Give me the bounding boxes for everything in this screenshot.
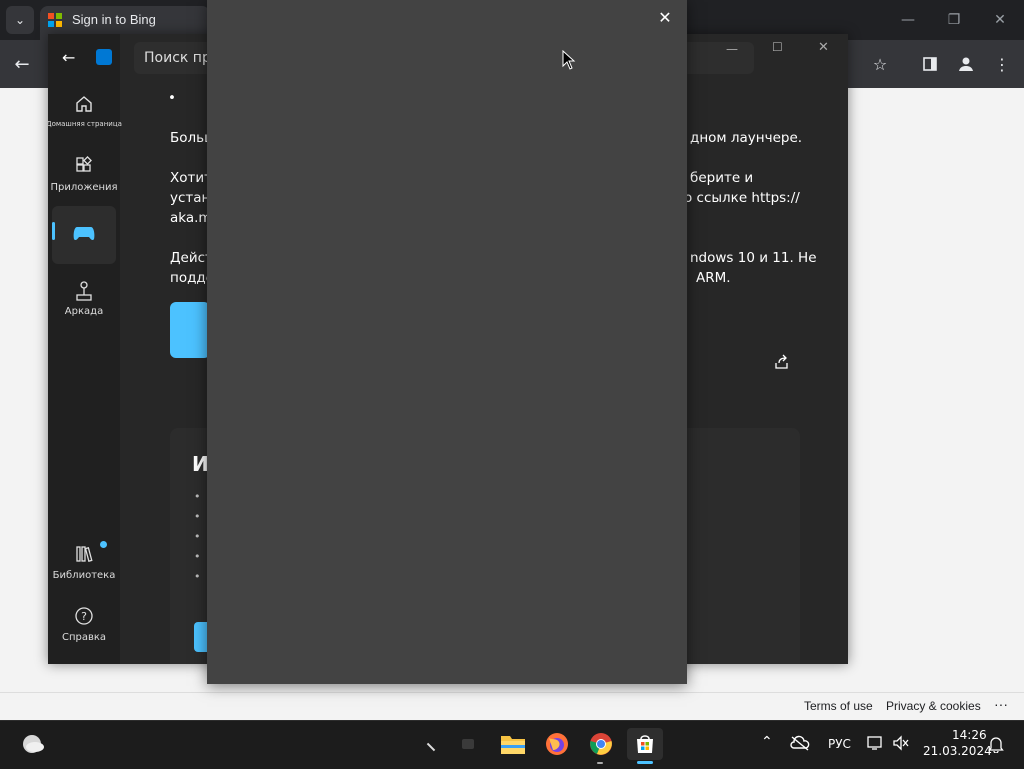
share-icon[interactable]	[774, 354, 790, 374]
description-line: ndows 10 и 11. Не	[690, 250, 817, 266]
sidebar-item-home[interactable]: Домашняя страница	[48, 88, 122, 144]
store-maximize-button[interactable]: ☐	[772, 40, 790, 58]
active-nav-indicator	[52, 222, 55, 240]
sidebar-item-label: Домашняя страница	[48, 120, 122, 128]
gamepad-icon	[72, 222, 96, 248]
browser-restore-button[interactable]: ❐	[942, 8, 966, 32]
chevron-down-icon: ⌄	[14, 13, 26, 27]
notification-bell-icon[interactable]	[988, 735, 1004, 757]
bullet-point: •	[168, 90, 176, 106]
more-options-icon[interactable]: ···	[994, 696, 1008, 712]
sidebar-item-label: Справка	[61, 632, 107, 643]
apps-icon	[74, 156, 94, 182]
arrow-left-icon: ←	[14, 53, 30, 75]
sidebar-item-apps[interactable]: Приложения	[50, 150, 118, 206]
store-close-button[interactable]: ✕	[818, 40, 836, 58]
description-line: о ссылке https://	[684, 190, 800, 206]
task-view-icon[interactable]	[462, 739, 474, 749]
privacy-cookies-link[interactable]: Privacy & cookies	[886, 699, 981, 713]
help-icon: ?	[74, 606, 94, 632]
clock-time[interactable]: 14:26	[952, 728, 987, 742]
store-running-indicator	[637, 761, 653, 764]
svg-text:?: ?	[81, 610, 87, 623]
description-line: ARM.	[696, 270, 731, 286]
sidebar-item-help[interactable]: ? Справка	[52, 600, 116, 656]
blank-dialog	[207, 0, 687, 684]
chrome-running-indicator	[597, 762, 603, 764]
input-language-indicator[interactable]: РУС	[828, 737, 851, 751]
list-item: •	[194, 570, 201, 583]
onedrive-offline-icon[interactable]	[790, 735, 810, 755]
sidebar-item-gaming[interactable]	[52, 206, 116, 264]
terms-of-use-link[interactable]: Terms of use	[804, 699, 873, 713]
list-item: •	[194, 510, 201, 523]
joystick-icon	[74, 280, 94, 306]
sidebar-item-label: Аркада	[64, 306, 104, 317]
library-update-badge	[100, 541, 107, 548]
list-item: •	[194, 550, 201, 563]
browser-menu-icon[interactable]: ⋮	[990, 52, 1014, 76]
store-back-button[interactable]: ←	[62, 48, 75, 67]
get-button[interactable]	[170, 302, 210, 358]
description-line: Хотит	[170, 170, 213, 186]
browser-minimize-button[interactable]: —	[896, 8, 920, 32]
clock-date[interactable]: 21.03.2024	[923, 744, 992, 758]
file-explorer-icon[interactable]	[495, 728, 531, 760]
description-line: дном лаунчере.	[690, 130, 803, 146]
store-logo-icon	[96, 49, 112, 65]
tray-overflow-chevron-icon[interactable]: ⌃	[761, 734, 773, 750]
chrome-icon[interactable]	[583, 728, 619, 760]
browser-close-button[interactable]: ✕	[988, 8, 1012, 32]
list-item: •	[194, 490, 201, 503]
browser-back-button[interactable]: ←	[10, 52, 34, 76]
network-icon[interactable]	[866, 735, 884, 755]
sidebar-item-label: Приложения	[50, 182, 118, 193]
home-icon	[74, 94, 94, 120]
side-panel-icon[interactable]	[918, 52, 942, 76]
mouse-cursor-icon	[562, 49, 576, 74]
microsoft-store-taskbar-icon[interactable]	[627, 728, 663, 760]
sidebar-item-label: Библиотека	[52, 570, 116, 581]
tab-search-dropdown-button[interactable]: ⌄	[6, 6, 34, 34]
profile-icon[interactable]	[954, 52, 978, 76]
description-line: берите и	[690, 170, 754, 186]
sidebar-item-arcade[interactable]: Аркада	[52, 274, 116, 330]
library-icon	[74, 544, 94, 570]
tab-title: Sign in to Bing	[72, 12, 156, 27]
bookmark-star-icon[interactable]: ☆	[868, 52, 892, 76]
weather-widget-icon[interactable]	[20, 732, 46, 760]
volume-muted-icon[interactable]	[892, 735, 910, 755]
list-item: •	[194, 530, 201, 543]
store-minimize-button[interactable]: —	[726, 42, 744, 60]
description-line: aka.m	[170, 210, 212, 226]
dialog-close-button[interactable]: ✕	[655, 7, 675, 27]
microsoft-logo-icon	[48, 13, 62, 27]
firefox-icon[interactable]	[539, 728, 575, 760]
